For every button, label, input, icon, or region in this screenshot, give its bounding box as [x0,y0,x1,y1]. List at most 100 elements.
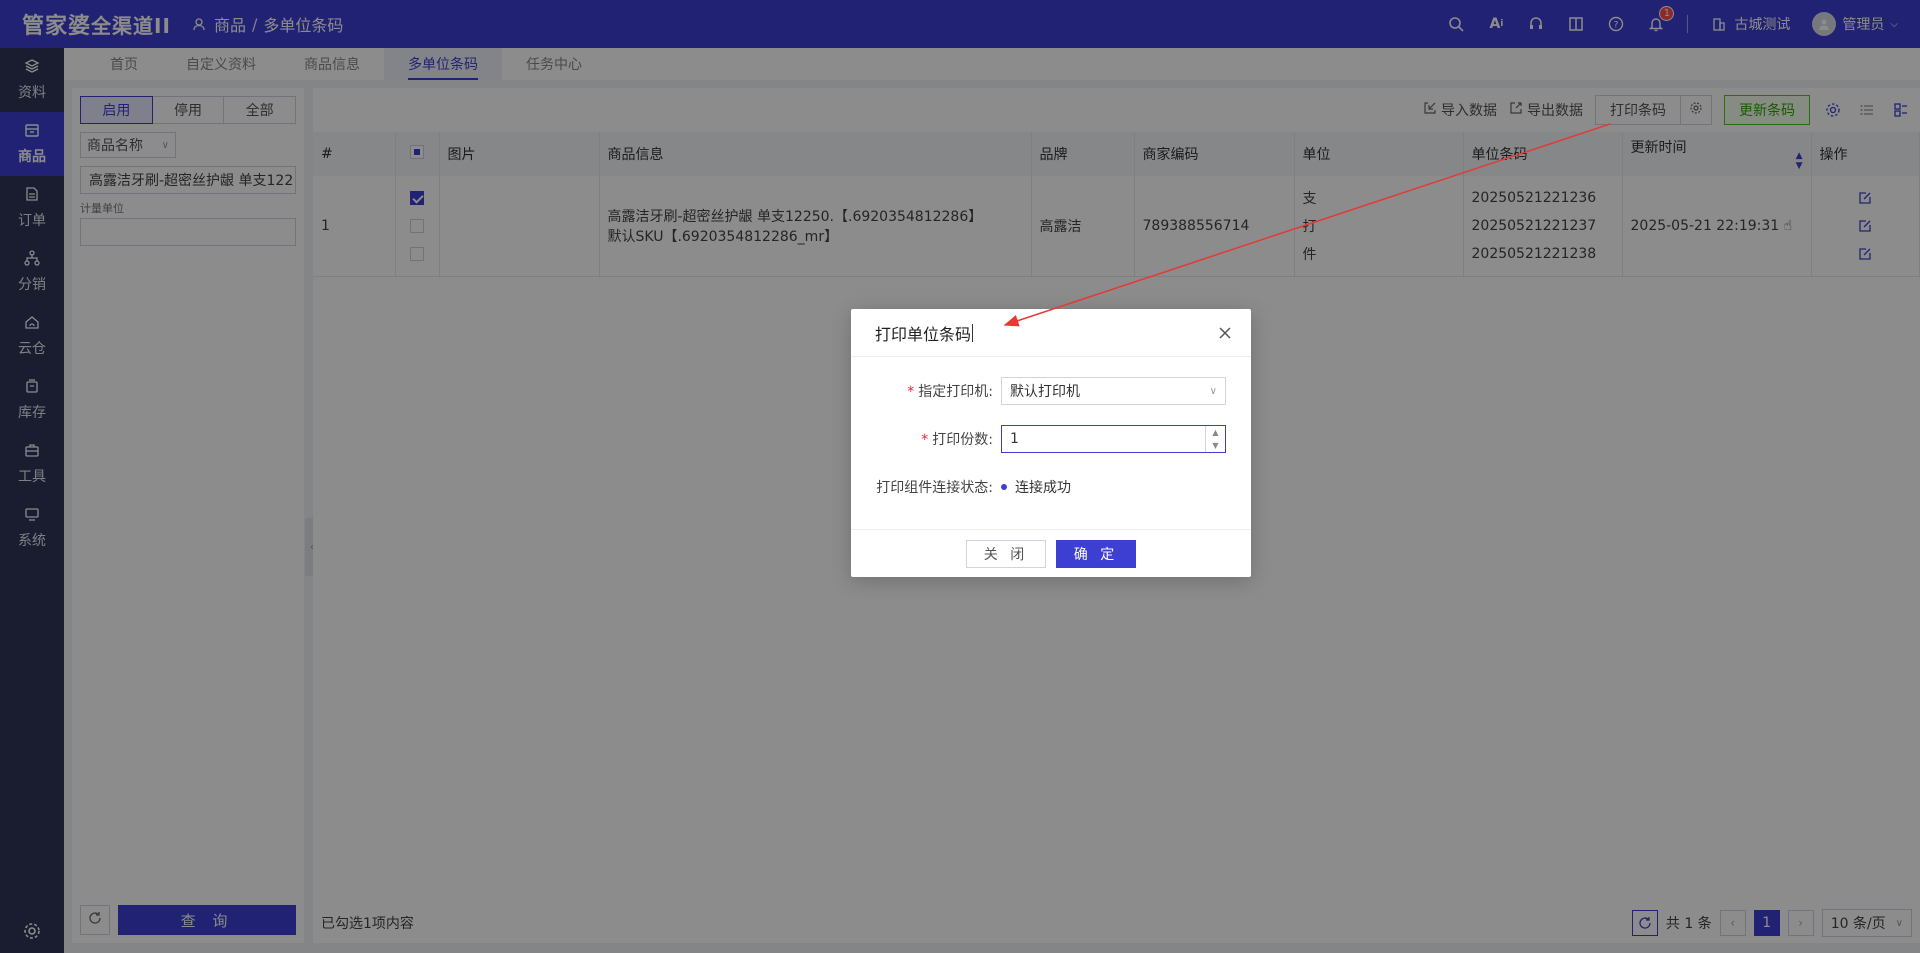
import-data-link[interactable]: 导入数据 [1423,100,1497,120]
sidebar-item-cloud-warehouse[interactable]: 云仓 [0,304,64,368]
tab-custom-data[interactable]: 自定义资料 [162,48,280,80]
tab-product-info[interactable]: 商品信息 [280,48,384,80]
page-number-button[interactable]: 1 [1753,910,1780,936]
row-checkbox[interactable] [410,190,424,205]
select-all-checkbox[interactable] [410,145,424,159]
row-brand: 高露洁 [1031,176,1135,277]
breadcrumb-parent[interactable]: 商品 [214,12,246,36]
sidebar-item-data[interactable]: 资料 [0,48,64,112]
search-field-select[interactable]: 商品名称 ∨ [80,132,176,158]
col-brand: 品牌 [1031,132,1135,176]
page-size-select[interactable]: 10 条/页 ∨ [1821,909,1912,937]
tab-task-center[interactable]: 任务中心 [502,48,606,80]
reset-button[interactable] [80,905,110,935]
updated-time: 2025-05-21 22:19:31 [1630,217,1780,234]
update-barcode-button[interactable]: 更新条码 [1724,95,1810,125]
copies-input[interactable]: 1 ▲ ▼ [1001,425,1226,453]
barcode-value: 20250521221237 [1471,217,1597,234]
query-button[interactable]: 查 询 [118,905,296,935]
status-dot-icon [1001,484,1007,490]
headset-icon[interactable] [1527,15,1545,33]
row-checkbox[interactable] [410,218,424,233]
status-enabled-button[interactable]: 启用 [80,96,153,124]
sidebar-item-goods[interactable]: 商品 [0,112,64,176]
text-cursor [972,323,974,342]
search-icon[interactable] [1447,15,1465,33]
close-icon[interactable] [1215,323,1235,343]
print-barcode-button[interactable]: 打印条码 [1595,95,1681,125]
barcode-value: 20250521221238 [1471,245,1597,262]
row-merchant-code: 789388556714 [1134,176,1295,277]
col-select-all[interactable] [395,132,440,176]
network-icon [24,250,40,270]
user-menu[interactable]: 管理员 ⌵ [1812,12,1898,36]
col-unit-barcode: 单位条码 [1463,132,1623,176]
app-logo: 管家婆全渠道II [22,14,171,39]
sidebar-item-label: 云仓 [18,341,46,357]
user-name: 管理员 [1842,17,1885,33]
sidebar-item-label: 分销 [18,277,46,293]
refresh-icon [88,911,102,929]
search-input[interactable]: 高露洁牙刷-超密丝护龈 单支122 [80,166,296,194]
print-settings-button[interactable] [1681,95,1712,125]
toolbox-icon [24,442,40,462]
printer-select[interactable]: 默认打印机 ∨ [1001,377,1226,405]
prev-page-button[interactable]: ‹ [1719,910,1746,936]
sidebar-item-tools[interactable]: 工具 [0,432,64,496]
col-updated-time[interactable]: 更新时间 ▲ ▼ [1622,132,1812,176]
unit-input[interactable] [80,218,296,246]
decrement-icon[interactable]: ▼ [1206,439,1225,452]
card-view-icon[interactable] [1890,99,1912,121]
ai-icon[interactable]: Ai [1487,15,1505,33]
print-barcode-dialog: 打印单位条码 * 指定打印机: 默认打印机 ∨ * 打印份数: 1 ▲ ▼ 打印组件连接… [851,309,1251,577]
chevron-down-icon: ∨ [1209,385,1217,397]
product-sku: 默认SKU【.6920354812286_mr】 [607,228,839,245]
sidebar-item-label: 系统 [18,533,46,549]
status-segmented-control: 启用 停用 全部 [80,96,297,124]
chevron-down-icon: ∨ [161,139,169,151]
chevron-down-icon: ∨ [1895,917,1903,929]
tab-multi-unit-barcode[interactable]: 多单位条码 [384,48,502,80]
svg-text:?: ? [1614,21,1619,31]
bell-icon[interactable]: 1 [1647,6,1675,33]
close-button[interactable]: 关 闭 [966,539,1046,568]
dialog-title: 打印单位条码 [875,324,972,344]
product-name: 高露洁牙刷-超密丝护龈 单支12250.【.6920354812286】 [607,208,983,225]
layers-icon [24,58,40,78]
dialog-footer: 关 闭 确 定 [851,529,1251,577]
required-mark: * [907,384,915,400]
stack-icon [24,378,40,398]
confirm-button[interactable]: 确 定 [1056,539,1136,568]
company-switcher[interactable]: 古城测试 [1710,14,1790,34]
sidebar-item-system[interactable]: 系统 [0,496,64,560]
dialog-header: 打印单位条码 [851,309,1251,357]
copies-stepper[interactable]: ▲ ▼ [1205,426,1225,452]
next-page-button[interactable]: › [1787,910,1814,936]
book-icon[interactable] [1567,15,1585,33]
import-icon [1423,101,1437,119]
status-disabled-button[interactable]: 停用 [152,96,225,124]
refresh-icon[interactable] [1631,910,1658,936]
sidebar-item-orders[interactable]: 订单 [0,176,64,240]
sort-icon[interactable]: ▲ ▼ [1796,151,1803,171]
sidebar-item-label: 资料 [18,85,46,101]
edit-icon[interactable] [1820,212,1912,240]
user-outline-icon [190,15,208,33]
building-icon [1710,15,1728,33]
increment-icon[interactable]: ▲ [1206,426,1225,439]
row-checkbox[interactable] [410,246,424,261]
status-all-button[interactable]: 全部 [224,96,297,124]
sidebar-item-inventory[interactable]: 库存 [0,368,64,432]
tab-home[interactable]: 首页 [86,48,162,80]
chevron-down-icon: ⌵ [1890,18,1898,30]
edit-icon[interactable] [1820,184,1912,212]
edit-icon[interactable] [1820,240,1912,268]
sidebar-item-distribution[interactable]: 分销 [0,240,64,304]
list-view-icon[interactable] [1856,99,1878,121]
export-data-link[interactable]: 导出数据 [1509,100,1583,120]
unit-value: 打 [1302,218,1317,235]
settings-gear-icon[interactable] [0,921,64,941]
help-icon[interactable]: ? [1607,15,1625,33]
sidebar-item-label: 库存 [18,405,46,421]
column-settings-icon[interactable] [1822,99,1844,121]
